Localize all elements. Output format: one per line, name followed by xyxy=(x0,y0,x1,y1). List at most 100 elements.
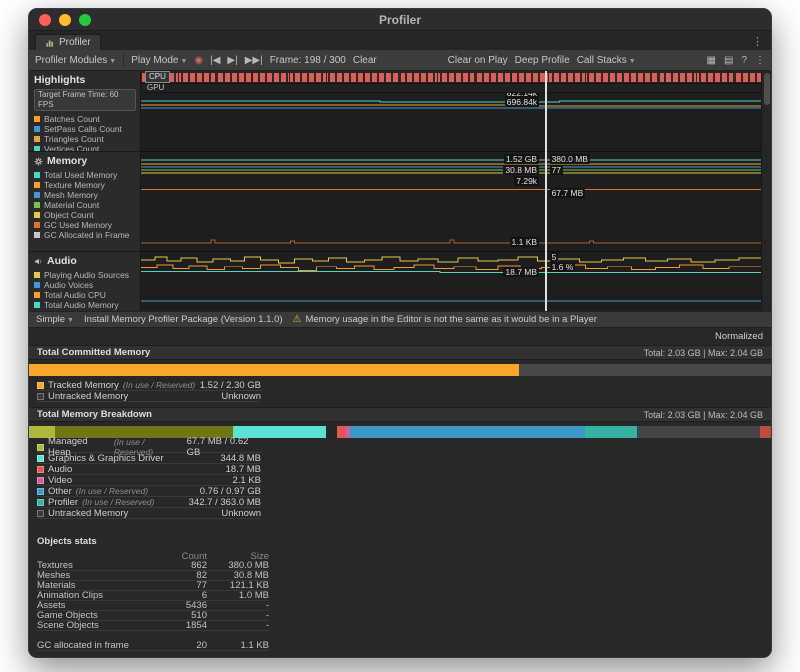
chart-value-label: 18.7 MB xyxy=(503,267,539,277)
chart-legend-item[interactable]: Total Audio Memory xyxy=(34,300,136,310)
bar-segment xyxy=(350,426,586,438)
clear-on-play-toggle[interactable]: Clear on Play xyxy=(448,55,508,66)
chart-legend-item[interactable]: Material Count xyxy=(34,200,136,210)
call-stacks-dropdown[interactable]: Call Stacks▼ xyxy=(577,55,636,66)
series-color-swatch xyxy=(34,302,40,308)
chart-value-label: 1.6 % xyxy=(550,262,576,272)
memory-chart[interactable]: 1.52 GB 380.0 MB 30.8 MB 77 7.29k 67.7 M… xyxy=(141,151,761,251)
legend-swatch xyxy=(37,444,44,451)
chart-legend-item[interactable]: Batches Count xyxy=(34,114,136,124)
series-color-swatch xyxy=(34,182,40,188)
legend-row: Graphics & Graphics Driver 344.8 MB xyxy=(37,453,261,464)
legend-swatch xyxy=(37,466,44,473)
series-color-swatch xyxy=(34,282,40,288)
editor-warning-text: Memory usage in the Editor is not the sa… xyxy=(305,314,596,325)
legend-label: Graphics & Graphics Driver xyxy=(48,453,164,464)
legend-swatch xyxy=(37,499,44,506)
chart-legend-item[interactable]: Object Count xyxy=(34,210,136,220)
tab-menu-icon[interactable]: ⋮ xyxy=(752,35,771,50)
legend-swatch xyxy=(37,510,44,517)
chart-legend-item[interactable]: Audio Voices xyxy=(34,280,136,290)
objects-stats-table: Objects stats Count Size Textures 862 38… xyxy=(37,536,269,651)
chevron-down-icon: ▼ xyxy=(629,58,636,65)
chart-legend-item[interactable]: Total Used Memory xyxy=(34,170,136,180)
chart-value-label: 380.0 MB xyxy=(550,154,590,164)
highlights-chart[interactable]: 822.14k 696.84k xyxy=(141,93,761,151)
chart-legend-item[interactable]: Total Audio CPU xyxy=(34,290,136,300)
legend-label: Tracked Memory xyxy=(48,380,119,391)
clear-button[interactable]: Clear xyxy=(353,55,377,66)
gc-allocated-row: GC allocated in frame 20 1.1 KB xyxy=(37,641,269,651)
view-mode-dropdown[interactable]: Simple▼ xyxy=(36,314,74,325)
module-highlights[interactable]: Highlights Target Frame Time: 60 FPS Bat… xyxy=(29,71,140,151)
cpu-frame-bars xyxy=(141,73,761,82)
legend-swatch xyxy=(37,382,44,389)
record-button[interactable]: ◉ xyxy=(194,55,203,66)
series-color-swatch xyxy=(34,126,40,132)
charts-area: Highlights Target Frame Time: 60 FPS Bat… xyxy=(29,71,771,311)
audio-chart[interactable]: 5 1.6 % 18.7 MB xyxy=(141,251,761,311)
module-audio-header: Audio xyxy=(34,255,136,267)
committed-memory-bar xyxy=(29,364,771,376)
chart-legend-item[interactable]: Playing Audio Sources xyxy=(34,270,136,280)
chart-legend-item[interactable]: GC Allocated in Frame xyxy=(34,230,136,240)
bar-segment xyxy=(760,426,771,438)
chart-value-label: 1.1 KB xyxy=(510,237,540,247)
chart-legend-item[interactable]: Triangles Count xyxy=(34,134,136,144)
gpu-activity-chart[interactable]: GPU xyxy=(141,84,761,93)
legend-row: Other (In use / Reserved) 0.76 / 0.97 GB xyxy=(37,486,261,497)
legend-value: 0.76 / 0.97 GB xyxy=(200,486,261,497)
cpu-tag[interactable]: CPU xyxy=(145,71,170,83)
layout-grid-icon[interactable]: ▦ xyxy=(707,55,716,66)
chevron-down-icon: ▼ xyxy=(109,58,116,65)
bar-segment xyxy=(29,364,519,376)
next-frame-button[interactable]: ▶| xyxy=(227,55,237,66)
chart-value-label: 5 xyxy=(550,252,559,262)
legend-label: Other xyxy=(48,486,72,497)
frame-playhead[interactable] xyxy=(545,71,547,311)
deep-profile-toggle[interactable]: Deep Profile xyxy=(515,55,570,66)
current-frame-button[interactable]: ▶▶| xyxy=(245,55,263,66)
chart-scrollbar[interactable] xyxy=(761,71,771,311)
normalized-toggle[interactable]: Normalized xyxy=(715,331,763,342)
gear-icon xyxy=(34,157,43,166)
legend-value: Unknown xyxy=(221,508,261,519)
zoom-button[interactable] xyxy=(79,14,91,26)
series-color-swatch xyxy=(34,202,40,208)
legend-label: Audio xyxy=(48,464,72,475)
prev-frame-button[interactable]: |◀ xyxy=(210,55,220,66)
minimize-button[interactable] xyxy=(59,14,71,26)
chart-legend-item[interactable]: Mesh Memory xyxy=(34,190,136,200)
series-label: Object Count xyxy=(44,210,94,220)
cpu-activity-chart[interactable]: CPU xyxy=(141,71,761,84)
chart-legend-item[interactable]: Vertices Count xyxy=(34,144,136,151)
chart-stack[interactable]: CPU GPU 822.14k 696.84k xyxy=(141,71,761,311)
legend-swatch xyxy=(37,477,44,484)
series-color-swatch xyxy=(34,116,40,122)
series-label: Total Used Memory xyxy=(44,170,117,180)
chart-panel: CPU GPU 822.14k 696.84k xyxy=(141,71,771,311)
legend-value: 18.7 MB xyxy=(226,464,261,475)
help-icon[interactable]: ? xyxy=(741,55,747,66)
play-mode-dropdown[interactable]: Play Mode▼ xyxy=(131,55,187,66)
install-package-button[interactable]: Install Memory Profiler Package (Version… xyxy=(84,314,283,325)
profiler-chart-icon xyxy=(45,38,55,48)
profiler-modules-dropdown[interactable]: Profiler Modules▼ xyxy=(35,55,116,66)
committed-memory-header: Total Committed Memory Total: 2.03 GB | … xyxy=(29,345,771,360)
save-profile-icon[interactable]: ▤ xyxy=(724,55,733,66)
target-fps-dropdown[interactable]: Target Frame Time: 60 FPS xyxy=(34,89,136,111)
module-memory-header: Memory xyxy=(34,155,136,167)
overflow-menu-icon[interactable]: ⋮ xyxy=(755,55,765,66)
module-memory[interactable]: Memory Total Used Memory Texture Memory … xyxy=(29,151,140,251)
scrollbar-thumb[interactable] xyxy=(764,73,770,105)
legend-label: Video xyxy=(48,475,72,486)
bar-segment xyxy=(337,426,346,438)
row-size: - xyxy=(207,620,269,631)
chart-legend-item[interactable]: GC Used Memory xyxy=(34,220,136,230)
module-audio[interactable]: Audio Playing Audio Sources Audio Voices… xyxy=(29,251,140,311)
gpu-tag[interactable]: GPU xyxy=(147,83,164,92)
close-button[interactable] xyxy=(39,14,51,26)
chart-legend-item[interactable]: Texture Memory xyxy=(34,180,136,190)
chart-legend-item[interactable]: SetPass Calls Count xyxy=(34,124,136,134)
tab-profiler[interactable]: Profiler xyxy=(35,34,101,50)
